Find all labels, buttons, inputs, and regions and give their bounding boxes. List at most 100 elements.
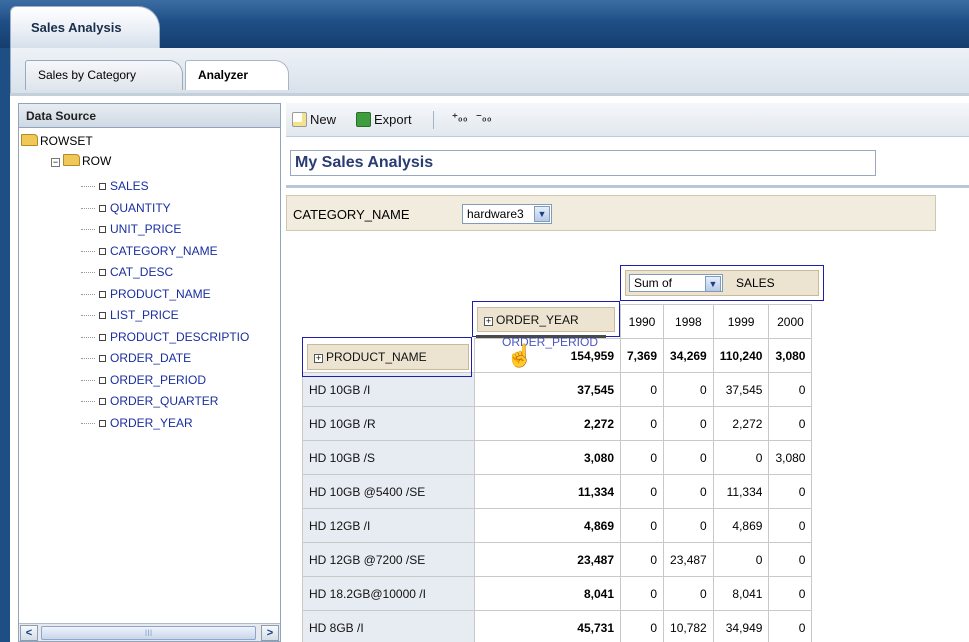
field-item[interactable]: SALES: [81, 179, 149, 193]
value-cell: 0: [663, 474, 714, 509]
row-field-label: PRODUCT_NAME: [326, 350, 427, 364]
year-header[interactable]: 2000: [768, 304, 813, 339]
value-cell: 0: [619, 440, 665, 475]
field-item[interactable]: ORDER_DATE: [81, 351, 191, 365]
year-header[interactable]: 1999: [712, 304, 770, 339]
field-list: SALES QUANTITY UNIT_PRICE CATEGORY_NAME CAT_…: [81, 179, 276, 449]
subtab-analyzer[interactable]: Analyzer: [185, 60, 289, 90]
row-total-cell: 11,334: [474, 474, 621, 509]
field-item[interactable]: PRODUCT_NAME: [81, 287, 211, 301]
field-item[interactable]: LIST_PRICE: [81, 308, 179, 322]
value-cell: 0: [768, 474, 813, 509]
data-source-header: Data Source: [19, 104, 280, 128]
field-label: CAT_DESC: [110, 265, 174, 279]
export-button[interactable]: Export: [356, 112, 412, 127]
product-name-cell[interactable]: HD 12GB @7200 /SE: [302, 542, 475, 577]
tree-connector: [81, 358, 95, 359]
field-icon: [99, 419, 106, 427]
field-label: ORDER_DATE: [110, 351, 192, 365]
value-cell: 0: [663, 440, 714, 475]
tree-node-row[interactable]: − ROW: [51, 154, 111, 168]
folder-open-icon: [21, 134, 38, 146]
tree-node-rowset[interactable]: ROWSET: [21, 134, 93, 148]
tree-connector: [81, 272, 95, 273]
new-button[interactable]: New: [292, 112, 336, 127]
expand-icon[interactable]: +: [484, 317, 493, 326]
product-name-cell[interactable]: HD 10GB /I: [302, 372, 475, 407]
year-total-cell: 7,369: [619, 338, 665, 373]
tree-connector: [81, 315, 95, 316]
category-filter-select[interactable]: hardware3 ▼: [462, 204, 552, 224]
field-label: ORDER_PERIOD: [110, 372, 207, 387]
value-cell: 34,949: [712, 610, 770, 642]
tab-sales-analysis-label: Sales Analysis: [31, 20, 122, 35]
table-row: HD 10GB /R 2,272 0 0 2,272 0: [302, 406, 813, 441]
field-icon: [99, 398, 106, 405]
decimal-increase-icon[interactable]: ⁺₀₀: [452, 111, 468, 124]
new-label: New: [310, 112, 337, 127]
tree-connector: [81, 207, 95, 209]
decimal-decrease-icon[interactable]: ⁻₀₀: [476, 111, 492, 124]
value-cell: 0: [768, 508, 813, 543]
analysis-title[interactable]: My Sales Analysis: [290, 150, 876, 176]
folder-open-icon: [63, 154, 80, 166]
tree-connector: [81, 186, 95, 187]
year-total-cell: 34,269: [663, 338, 714, 373]
column-field-pill[interactable]: + ORDER_YEAR: [477, 307, 615, 332]
measure-pill[interactable]: Sum of ▼ SALES: [625, 270, 819, 296]
year-total-cell: 3,080: [768, 338, 813, 373]
toolbar-separator: [433, 111, 434, 129]
product-name-cell[interactable]: HD 8GB /I: [302, 610, 475, 642]
product-name-cell[interactable]: HD 10GB @5400 /SE: [302, 474, 475, 509]
value-cell: 4,869: [712, 508, 770, 543]
year-header[interactable]: 1990: [619, 304, 665, 339]
value-cell: 0: [712, 440, 770, 475]
scroll-thumb[interactable]: III: [41, 626, 256, 640]
field-item[interactable]: ORDER_PERIOD: [81, 373, 206, 387]
product-name-cell[interactable]: HD 10GB /R: [302, 406, 475, 441]
collapse-icon[interactable]: −: [51, 158, 60, 167]
field-item[interactable]: ORDER_YEAR: [81, 416, 193, 430]
field-item[interactable]: CAT_DESC: [81, 265, 173, 279]
row-field-pill[interactable]: + PRODUCT_NAME: [307, 344, 469, 370]
new-icon: [292, 112, 307, 127]
tab-sales-analysis[interactable]: Sales Analysis: [10, 6, 160, 48]
product-name-cell[interactable]: HD 12GB /I: [302, 508, 475, 543]
filter-bar: CATEGORY_NAME hardware3 ▼: [286, 195, 936, 231]
horizontal-scrollbar[interactable]: < III >: [19, 623, 280, 641]
year-header[interactable]: 1998: [663, 304, 714, 339]
field-item[interactable]: PRODUCT_DESCRIPTIO: [81, 330, 249, 344]
hand-cursor-icon: ☝: [506, 343, 534, 368]
field-item[interactable]: QUANTITY: [81, 201, 171, 215]
value-cell: 0: [768, 542, 813, 577]
table-row: HD 10GB /I 37,545 0 0 37,545 0: [302, 372, 813, 407]
row-total-cell: 37,545: [474, 372, 621, 407]
aggregate-select[interactable]: Sum of ▼: [629, 274, 723, 292]
field-icon: [99, 290, 106, 298]
value-cell: 0: [619, 542, 665, 577]
row-total-cell: 23,487: [474, 542, 621, 577]
table-row: HD 10GB @5400 /SE 11,334 0 0 11,334 0: [302, 474, 813, 509]
scroll-left-button[interactable]: <: [20, 625, 38, 641]
product-name-cell[interactable]: HD 18.2GB@10000 /I: [302, 576, 475, 611]
chevron-down-icon[interactable]: ▼: [705, 276, 721, 292]
field-label: PRODUCT_NAME: [110, 286, 211, 301]
subtab-sales-by-category[interactable]: Sales by Category: [25, 60, 183, 90]
expand-icon[interactable]: +: [314, 354, 323, 363]
value-cell: 0: [768, 372, 813, 407]
field-item[interactable]: UNIT_PRICE: [81, 222, 181, 236]
tree-connector: [81, 250, 95, 252]
product-name-cell[interactable]: HD 10GB /S: [302, 440, 475, 475]
scroll-right-button[interactable]: >: [261, 625, 279, 641]
value-cell: 0: [768, 576, 813, 611]
tree-connector: [81, 293, 95, 295]
column-field-label: ORDER_YEAR: [496, 313, 579, 327]
field-item[interactable]: CATEGORY_NAME: [81, 244, 218, 258]
year-total-cell: 110,240: [712, 338, 770, 373]
table-row: HD 8GB /I 45,731 0 10,782 34,949 0: [302, 610, 813, 642]
chevron-down-icon[interactable]: ▼: [534, 206, 550, 222]
value-cell: 0: [768, 406, 813, 441]
field-label: CATEGORY_NAME: [110, 243, 218, 258]
field-item[interactable]: ORDER_QUARTER: [81, 394, 218, 408]
field-icon: [99, 247, 106, 255]
